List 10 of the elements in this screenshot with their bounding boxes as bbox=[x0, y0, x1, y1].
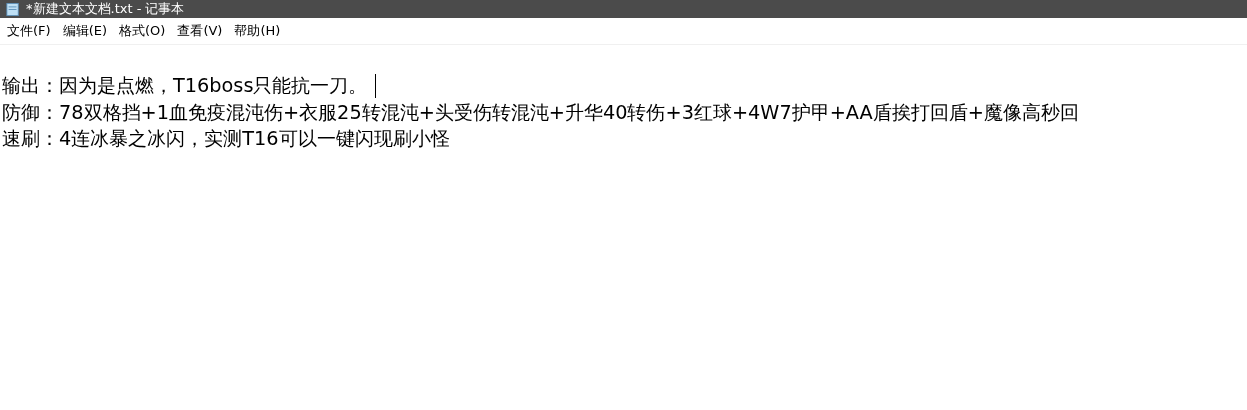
menu-item[interactable]: 帮助(H) bbox=[229, 20, 288, 42]
menu-item[interactable]: 查看(V) bbox=[172, 20, 230, 42]
text-line: 防御：78双格挡+1血免疫混沌伤+衣服25转混沌+头受伤转混沌+升华40转伤+3红球+4W7护甲+AA盾挨打回盾+魔像高秒回 bbox=[2, 99, 1079, 126]
text-line: 输出：因为是点燃，T16boss只能抗一刀。 bbox=[2, 73, 368, 99]
menu-item[interactable]: 编辑(E) bbox=[57, 20, 114, 42]
text-line: 速刷：4连冰暴之冰闪，实测T16可以一键闪现刷小怪 bbox=[2, 126, 450, 152]
menu-item[interactable]: 文件(F) bbox=[2, 20, 58, 42]
notepad-icon bbox=[6, 2, 20, 16]
menu-item[interactable]: 格式(O) bbox=[114, 20, 173, 42]
window-title: *新建文本文档.txt - 记事本 bbox=[26, 1, 185, 17]
